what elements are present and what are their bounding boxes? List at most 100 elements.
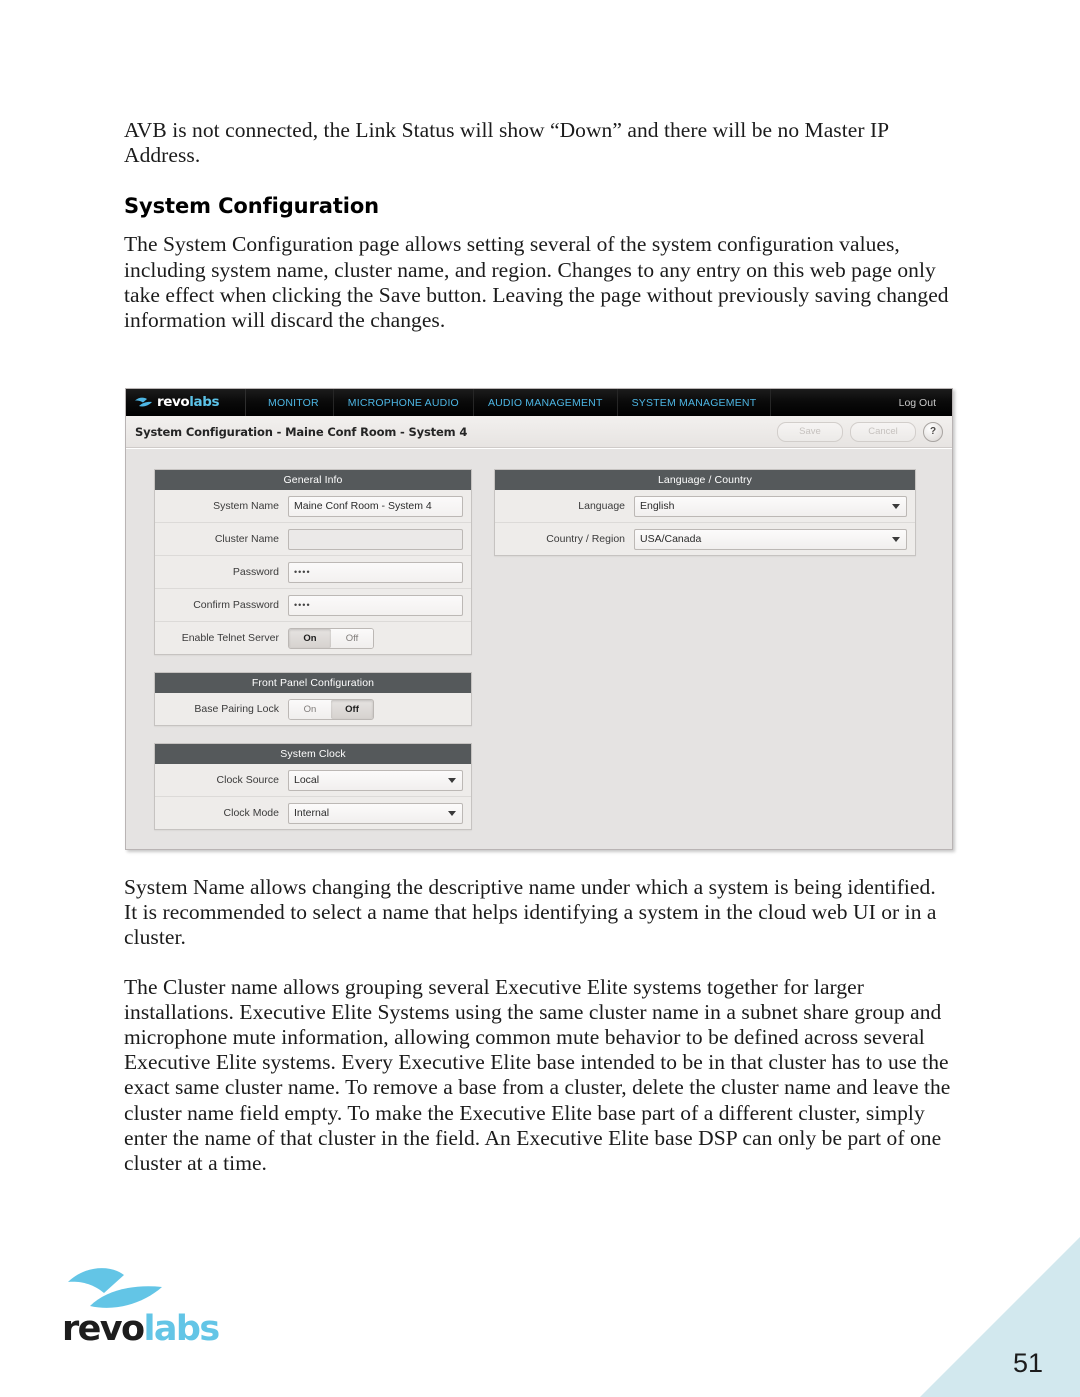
chevron-down-icon: [892, 504, 900, 509]
field-row-language: Language English: [495, 490, 915, 523]
field-row-clock-mode: Clock Mode Internal: [155, 797, 471, 829]
log-out-link[interactable]: Log Out: [899, 389, 952, 416]
chevron-down-icon: [448, 811, 456, 816]
paragraph-intro: AVB is not connected, the Link Status wi…: [124, 118, 889, 168]
label-password: Password: [232, 566, 279, 578]
control-enable-telnet-server: On Off: [288, 623, 471, 654]
bird-logo-icon: [68, 1268, 162, 1308]
field-row-clock-source: Clock Source Local: [155, 764, 471, 797]
control-country-region: USA/Canada: [634, 524, 915, 555]
label-clock-source: Clock Source: [216, 774, 279, 786]
control-cluster-name: [288, 524, 471, 555]
panel-general-info: General Info System Name Cluster Name: [154, 469, 472, 655]
clock-mode-select[interactable]: Internal: [288, 802, 463, 824]
label-clock-mode: Clock Mode: [223, 807, 279, 819]
app-titlebar: System Configuration - Maine Conf Room -…: [126, 416, 952, 448]
right-column: Language / Country Language English Coun…: [494, 469, 916, 573]
paragraph-system-name: System Name allows changing the descript…: [124, 875, 937, 950]
clock-source-select[interactable]: Local: [288, 769, 463, 791]
field-row-system-name: System Name: [155, 490, 471, 523]
paragraph-cluster-name: The Cluster name allows grouping several…: [124, 974, 951, 1176]
bird-logo-icon: [135, 397, 152, 407]
field-row-cluster-name: Cluster Name: [155, 523, 471, 556]
nav-items: MONITOR MICROPHONE AUDIO AUDIO MANAGEMEN…: [246, 389, 952, 416]
app-page-title: System Configuration - Maine Conf Room -…: [135, 424, 468, 439]
brand-wordmark: revolabs: [157, 393, 220, 410]
footer-logo: revolabs: [62, 1266, 220, 1349]
control-clock-source: Local: [288, 765, 471, 796]
country-region-select[interactable]: USA/Canada: [634, 528, 907, 550]
nav-item-microphone-audio[interactable]: MICROPHONE AUDIO: [334, 389, 474, 416]
field-row-enable-telnet-server: Enable Telnet Server On Off: [155, 622, 471, 654]
footer-wordmark-labs: labs: [143, 1309, 220, 1349]
clock-source-value: Local: [294, 774, 320, 786]
language-select[interactable]: English: [634, 495, 907, 517]
control-password: ••••: [288, 557, 471, 588]
password-masked-value: ••••: [294, 566, 311, 577]
help-icon[interactable]: ?: [923, 421, 943, 442]
page-number: 51: [1012, 1348, 1043, 1378]
footer-wordmark: revolabs: [62, 1309, 220, 1349]
document-page: AVB is not connected, the Link Status wi…: [0, 0, 1080, 1397]
panel-header-front-panel: Front Panel Configuration: [155, 673, 471, 693]
field-row-password: Password ••••: [155, 556, 471, 589]
panel-header-system-clock: System Clock: [155, 744, 471, 764]
control-confirm-password: ••••: [288, 590, 471, 621]
save-button[interactable]: Save: [777, 421, 843, 442]
control-system-name: [288, 491, 471, 522]
app-navbar: revolabs MONITOR MICROPHONE AUDIO AUDIO …: [126, 389, 952, 416]
panel-header-general-info: General Info: [155, 470, 471, 490]
confirm-password-masked-value: ••••: [294, 599, 311, 610]
footer-wordmark-revo: revo: [62, 1309, 145, 1349]
nav-item-monitor[interactable]: MONITOR: [246, 389, 334, 416]
telnet-toggle-off[interactable]: Off: [331, 628, 373, 648]
page-title: System Configuration: [124, 194, 380, 219]
cluster-name-input[interactable]: [288, 528, 463, 550]
label-confirm-password: Confirm Password: [193, 599, 279, 611]
telnet-toggle-on[interactable]: On: [289, 628, 331, 648]
base-pairing-toggle-off[interactable]: Off: [331, 699, 373, 719]
app-workspace: General Info System Name Cluster Name: [126, 448, 952, 849]
label-enable-telnet-server: Enable Telnet Server: [181, 632, 279, 644]
titlebar-actions: Save Cancel ?: [777, 421, 943, 442]
document-body-lower: System Name allows changing the descript…: [124, 875, 954, 1200]
embedded-app-screenshot: revolabs MONITOR MICROPHONE AUDIO AUDIO …: [125, 388, 953, 850]
brand-wordmark-revo: revo: [157, 393, 190, 410]
label-system-name: System Name: [213, 500, 279, 512]
brand-logo: revolabs: [126, 389, 246, 416]
system-name-input[interactable]: [288, 495, 463, 517]
control-clock-mode: Internal: [288, 798, 471, 829]
control-base-pairing-lock: On Off: [288, 694, 471, 725]
paragraph-system-configuration: The System Configuration page allows set…: [124, 232, 949, 333]
clock-mode-value: Internal: [294, 807, 330, 819]
base-pairing-toggle-on[interactable]: On: [289, 699, 331, 719]
nav-item-audio-management[interactable]: AUDIO MANAGEMENT: [474, 389, 618, 416]
confirm-password-input[interactable]: ••••: [288, 594, 463, 616]
label-cluster-name: Cluster Name: [214, 533, 279, 545]
label-country-region: Country / Region: [546, 533, 625, 545]
chevron-down-icon: [892, 537, 900, 542]
nav-item-system-management[interactable]: SYSTEM MANAGEMENT: [618, 389, 772, 416]
document-body: AVB is not connected, the Link Status wi…: [124, 118, 954, 357]
field-row-confirm-password: Confirm Password ••••: [155, 589, 471, 622]
chevron-down-icon: [448, 778, 456, 783]
brand-wordmark-labs: labs: [189, 393, 220, 410]
page-corner-decoration: [920, 1237, 1080, 1397]
label-base-pairing-lock: Base Pairing Lock: [194, 703, 279, 715]
control-language: English: [634, 491, 915, 522]
panel-system-clock: System Clock Clock Source Local Clock Mo…: [154, 743, 472, 830]
panel-front-panel-configuration: Front Panel Configuration Base Pairing L…: [154, 672, 472, 726]
language-value: English: [640, 500, 675, 512]
password-input[interactable]: ••••: [288, 561, 463, 583]
panel-language-country: Language / Country Language English Coun…: [494, 469, 916, 556]
country-region-value: USA/Canada: [640, 533, 702, 545]
left-column: General Info System Name Cluster Name: [154, 469, 472, 847]
panel-header-language-country: Language / Country: [495, 470, 915, 490]
base-pairing-lock-toggle[interactable]: On Off: [288, 698, 374, 720]
cancel-button[interactable]: Cancel: [850, 421, 916, 442]
field-row-country-region: Country / Region USA/Canada: [495, 523, 915, 555]
panel-columns: General Info System Name Cluster Name: [126, 469, 952, 847]
telnet-server-toggle[interactable]: On Off: [288, 627, 374, 649]
label-language: Language: [578, 500, 625, 512]
field-row-base-pairing-lock: Base Pairing Lock On Off: [155, 693, 471, 725]
